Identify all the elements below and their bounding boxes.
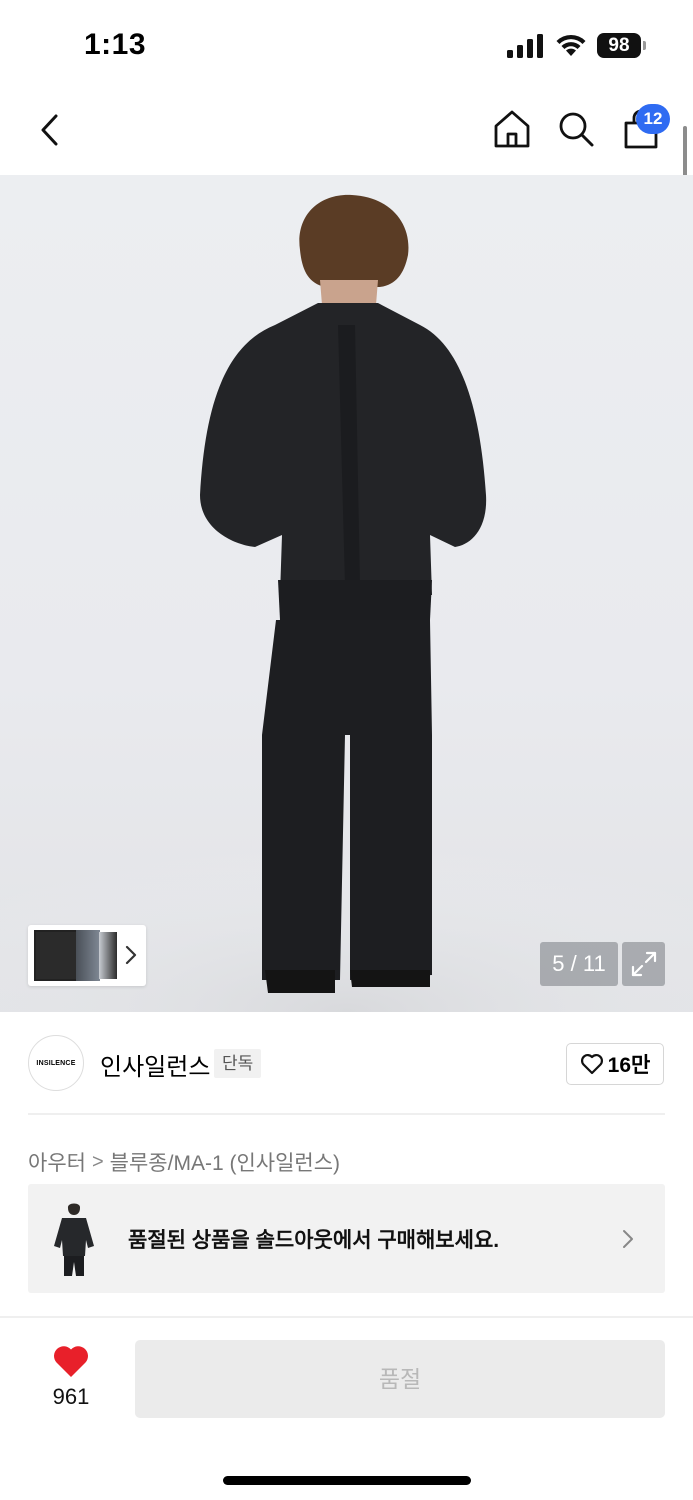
- thumbnail-image[interactable]: [99, 932, 117, 979]
- battery-icon: 98: [597, 33, 647, 58]
- back-arrow-icon: [41, 114, 58, 146]
- divider: [0, 1316, 693, 1318]
- brand-name[interactable]: 인사일런스: [100, 1047, 210, 1082]
- banner-product-thumbnail: [48, 1200, 100, 1278]
- product-image[interactable]: [0, 175, 693, 1012]
- thumbnail-image[interactable]: [34, 930, 78, 981]
- brand-like-count: 16만: [607, 1054, 651, 1077]
- expand-button[interactable]: [622, 942, 665, 986]
- exclusive-badge: 단독: [214, 1049, 262, 1078]
- divider: [28, 1113, 665, 1115]
- image-counter: 5 / 11: [540, 942, 618, 986]
- thumbnail-strip[interactable]: [28, 925, 146, 986]
- thumbnail-image[interactable]: [76, 930, 100, 981]
- soldout-banner[interactable]: 품절된 상품을 솔드아웃에서 구매해보세요.: [28, 1184, 665, 1293]
- brand-like-button[interactable]: 16만: [566, 1043, 664, 1085]
- brand-logo[interactable]: INSILENCE: [28, 1035, 84, 1091]
- home-icon: [494, 110, 530, 148]
- battery-level: 98: [597, 33, 641, 58]
- chevron-right-icon: [618, 1224, 638, 1254]
- brand-logo-text: INSILENCE: [36, 1059, 76, 1067]
- home-indicator: [223, 1476, 471, 1485]
- wifi-icon: [556, 34, 586, 56]
- breadcrumb: 아우터 > 블루종/MA-1 (인사일런스): [28, 1147, 340, 1177]
- wish-count: 961: [52, 1384, 90, 1409]
- breadcrumb-separator: >: [91, 1150, 104, 1173]
- expand-icon: [631, 951, 656, 977]
- heart-filled-icon[interactable]: [52, 1343, 90, 1379]
- back-button[interactable]: [30, 108, 70, 152]
- buy-button-soldout[interactable]: 품절: [135, 1340, 665, 1418]
- cellular-signal-icon: [507, 34, 543, 58]
- search-button[interactable]: [555, 108, 597, 150]
- model-photo: [0, 194, 693, 1012]
- status-time: 1:13: [84, 28, 147, 61]
- breadcrumb-category[interactable]: 아우터: [28, 1147, 86, 1177]
- soldout-banner-text: 품절된 상품을 솔드아웃에서 구매해보세요.: [128, 1229, 500, 1252]
- home-button[interactable]: [490, 106, 534, 152]
- breadcrumb-subcategory[interactable]: 블루종/MA-1 (인사일런스): [110, 1147, 340, 1177]
- cart-count-badge: 12: [636, 104, 670, 134]
- chevron-right-icon[interactable]: [122, 941, 140, 969]
- heart-outline-icon: [580, 1054, 603, 1075]
- search-icon: [559, 112, 594, 147]
